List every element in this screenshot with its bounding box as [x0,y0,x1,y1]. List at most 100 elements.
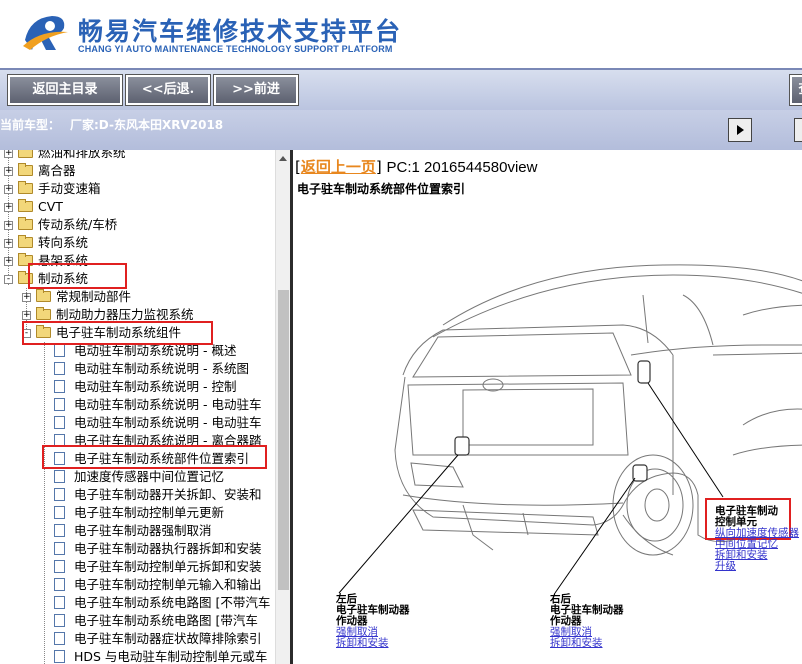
tree-doc-item[interactable]: 电动驻车制动系统说明 - 控制 [0,378,275,396]
tree-doc-item[interactable]: 电动驻车制动系统说明 - 系统图 [0,360,275,378]
tree-doc-item[interactable]: 电子驻车制动器执行器拆卸和安装 [0,540,275,558]
document-icon [54,524,65,537]
tree-doc-item[interactable]: 电子驻车制动控制单元输入和输出 [0,576,275,594]
tree-item-label: 电子驻车制动控制单元输入和输出 [74,577,262,592]
tree-item-label: 电动驻车制动系统说明 - 系统图 [74,361,249,376]
next-page-button[interactable] [728,118,752,142]
tree-doc-item[interactable]: 电子驻车制动系统电路图 [不带汽车 [0,594,275,612]
tree-item-label: 电子驻车制动器执行器拆卸和安装 [74,541,262,556]
tree-item-label: 转向系统 [38,235,89,250]
expand-icon[interactable]: + [22,293,31,302]
search-button[interactable]: 查 [789,74,802,106]
scroll-thumb[interactable] [278,290,289,590]
tree-doc-item[interactable]: 电子驻车制动控制单元拆卸和安装 [0,558,275,576]
document-icon [54,416,65,429]
document-icon [54,542,65,555]
tree-scrollbar[interactable] [275,150,291,664]
folder-icon [18,163,33,176]
tree-item-label: 电动驻车制动系统说明 - 电动驻车 [74,415,262,430]
extra-nav-button[interactable] [794,118,802,142]
document-icon [54,650,65,663]
forward-button[interactable]: >>前进 [213,74,299,106]
tree-item-label: CVT [38,199,63,214]
tree-doc-item[interactable]: 电子驻车制动器强制取消 [0,522,275,540]
vehicle-label: 当前车型： [0,118,61,132]
document-icon [54,506,65,519]
brand-title: 畅易汽车维修技术支持平台 [78,17,403,46]
tree-folder-item[interactable]: + 离合器 [0,162,275,180]
folder-icon [36,307,51,320]
tree-item-label: 电动驻车制动系统说明 - 电动驻车 [74,397,262,412]
tree-doc-item[interactable]: 电子驻车制动器症状故障排除索引 [0,630,275,648]
expand-icon[interactable]: + [4,167,13,176]
tree-item-label: 电子驻车制动控制单元拆卸和安装 [74,559,262,574]
document-icon [54,560,65,573]
tree-item-label: 电子驻车制动器强制取消 [74,523,212,538]
leader-line-left [338,454,459,594]
vehicle-value: 厂家:D-东风本田XRV2018 [70,118,224,132]
tree-item-label: 加速度传感器中间位置记忆 [74,469,225,484]
tree-doc-item[interactable]: 电动驻车制动系统说明 - 电动驻车 [0,414,275,432]
tree-item-label: 电动驻车制动系统说明 - 控制 [74,379,237,394]
vehicle-info-bar: 当前车型： 厂家:D-东风本田XRV2018 [0,110,802,150]
highlight-brake-system [28,263,127,289]
back-button[interactable]: <<后退. [125,74,211,106]
tree-doc-item[interactable]: 加速度传感器中间位置记忆 [0,468,275,486]
expand-icon[interactable]: + [4,150,13,158]
page-code: PC:1 2016544580view [386,159,538,176]
expand-icon[interactable]: + [4,221,13,230]
callout-right-actuator: 右后 电子驻车制动器 作动器 强制取消 拆卸和安装 [550,594,624,649]
brand-logo-icon [23,16,68,50]
callout-link[interactable]: 拆卸和安装 [336,638,410,649]
home-button[interactable]: 返回主目录 [7,74,123,106]
tree-item-label: 燃油和排放系统 [38,150,126,160]
expand-icon[interactable]: + [22,311,31,320]
callout-control-unit: 电子驻车制动 控制单元 纵向加速度传感器 中间位置记忆 拆卸和安装 升级 [715,506,799,572]
tree-item-label: 手动变速箱 [38,181,101,196]
folder-icon [18,199,33,212]
tree-folder-item[interactable]: + 常规制动部件 [0,288,275,306]
document-icon [54,596,65,609]
tree-doc-item[interactable]: HDS 与电动驻车制动控制单元或车 [0,648,275,664]
folder-icon [18,217,33,230]
document-icon [54,632,65,645]
tree-folder-item[interactable]: + 传动系统/车桥 [0,216,275,234]
tree-item-label: 离合器 [38,163,76,178]
tree-item-label: HDS 与电动驻车制动控制单元或车 [74,649,268,664]
bracket-close: ] [375,158,382,176]
tree-item-label: 电子驻车制动器开关拆卸、安装和 [74,487,262,502]
tree-doc-item[interactable]: 电子驻车制动系统电路图 [带汽车 [0,612,275,630]
tree-item-label: 常规制动部件 [56,289,132,304]
tree-item-label: 电子驻车制动系统电路图 [带汽车 [74,613,258,628]
document-icon [54,614,65,627]
document-icon [54,488,65,501]
left-actuator-icon [454,436,470,456]
back-link[interactable]: 返回上一页 [301,158,376,176]
callout-link[interactable]: 拆卸和安装 [550,638,624,649]
tree-doc-item[interactable]: 电子驻车制动器开关拆卸、安装和 [0,486,275,504]
document-icon [54,362,65,375]
expand-icon[interactable]: + [4,257,13,266]
tree-doc-item[interactable]: 电动驻车制动系统说明 - 电动驻车 [0,396,275,414]
tree-folder-item[interactable]: + 转向系统 [0,234,275,252]
brand-subtitle: CHANG YI AUTO MAINTENANCE TECHNOLOGY SUP… [78,44,393,54]
tree-folder-item[interactable]: + 手动变速箱 [0,180,275,198]
expand-icon[interactable]: + [4,185,13,194]
tree-item-label: 电子驻车制动控制单元更新 [74,505,225,520]
document-icon [54,578,65,591]
expand-icon[interactable]: + [4,239,13,248]
leader-line-control [647,382,724,498]
tree-item-label: 电子驻车制动系统电路图 [不带汽车 [74,595,271,610]
tree-doc-item[interactable]: 电子驻车制动控制单元更新 [0,504,275,522]
tree-folder-item[interactable]: + 燃油和排放系统 [0,150,275,162]
collapse-icon[interactable]: - [4,275,13,284]
document-icon [54,344,65,357]
tree-folder-item[interactable]: + CVT [0,198,275,216]
scroll-up-icon[interactable] [279,156,287,161]
content-pane: [返回上一页] PC:1 2016544580view 电子驻车制动系统部件位置… [293,150,802,664]
control-unit-icon [637,360,651,384]
toolbar: 返回主目录 <<后退. >>前进 查 [0,68,802,112]
folder-icon [18,150,33,158]
expand-icon[interactable]: + [4,203,13,212]
callout-link[interactable]: 升级 [715,561,799,572]
